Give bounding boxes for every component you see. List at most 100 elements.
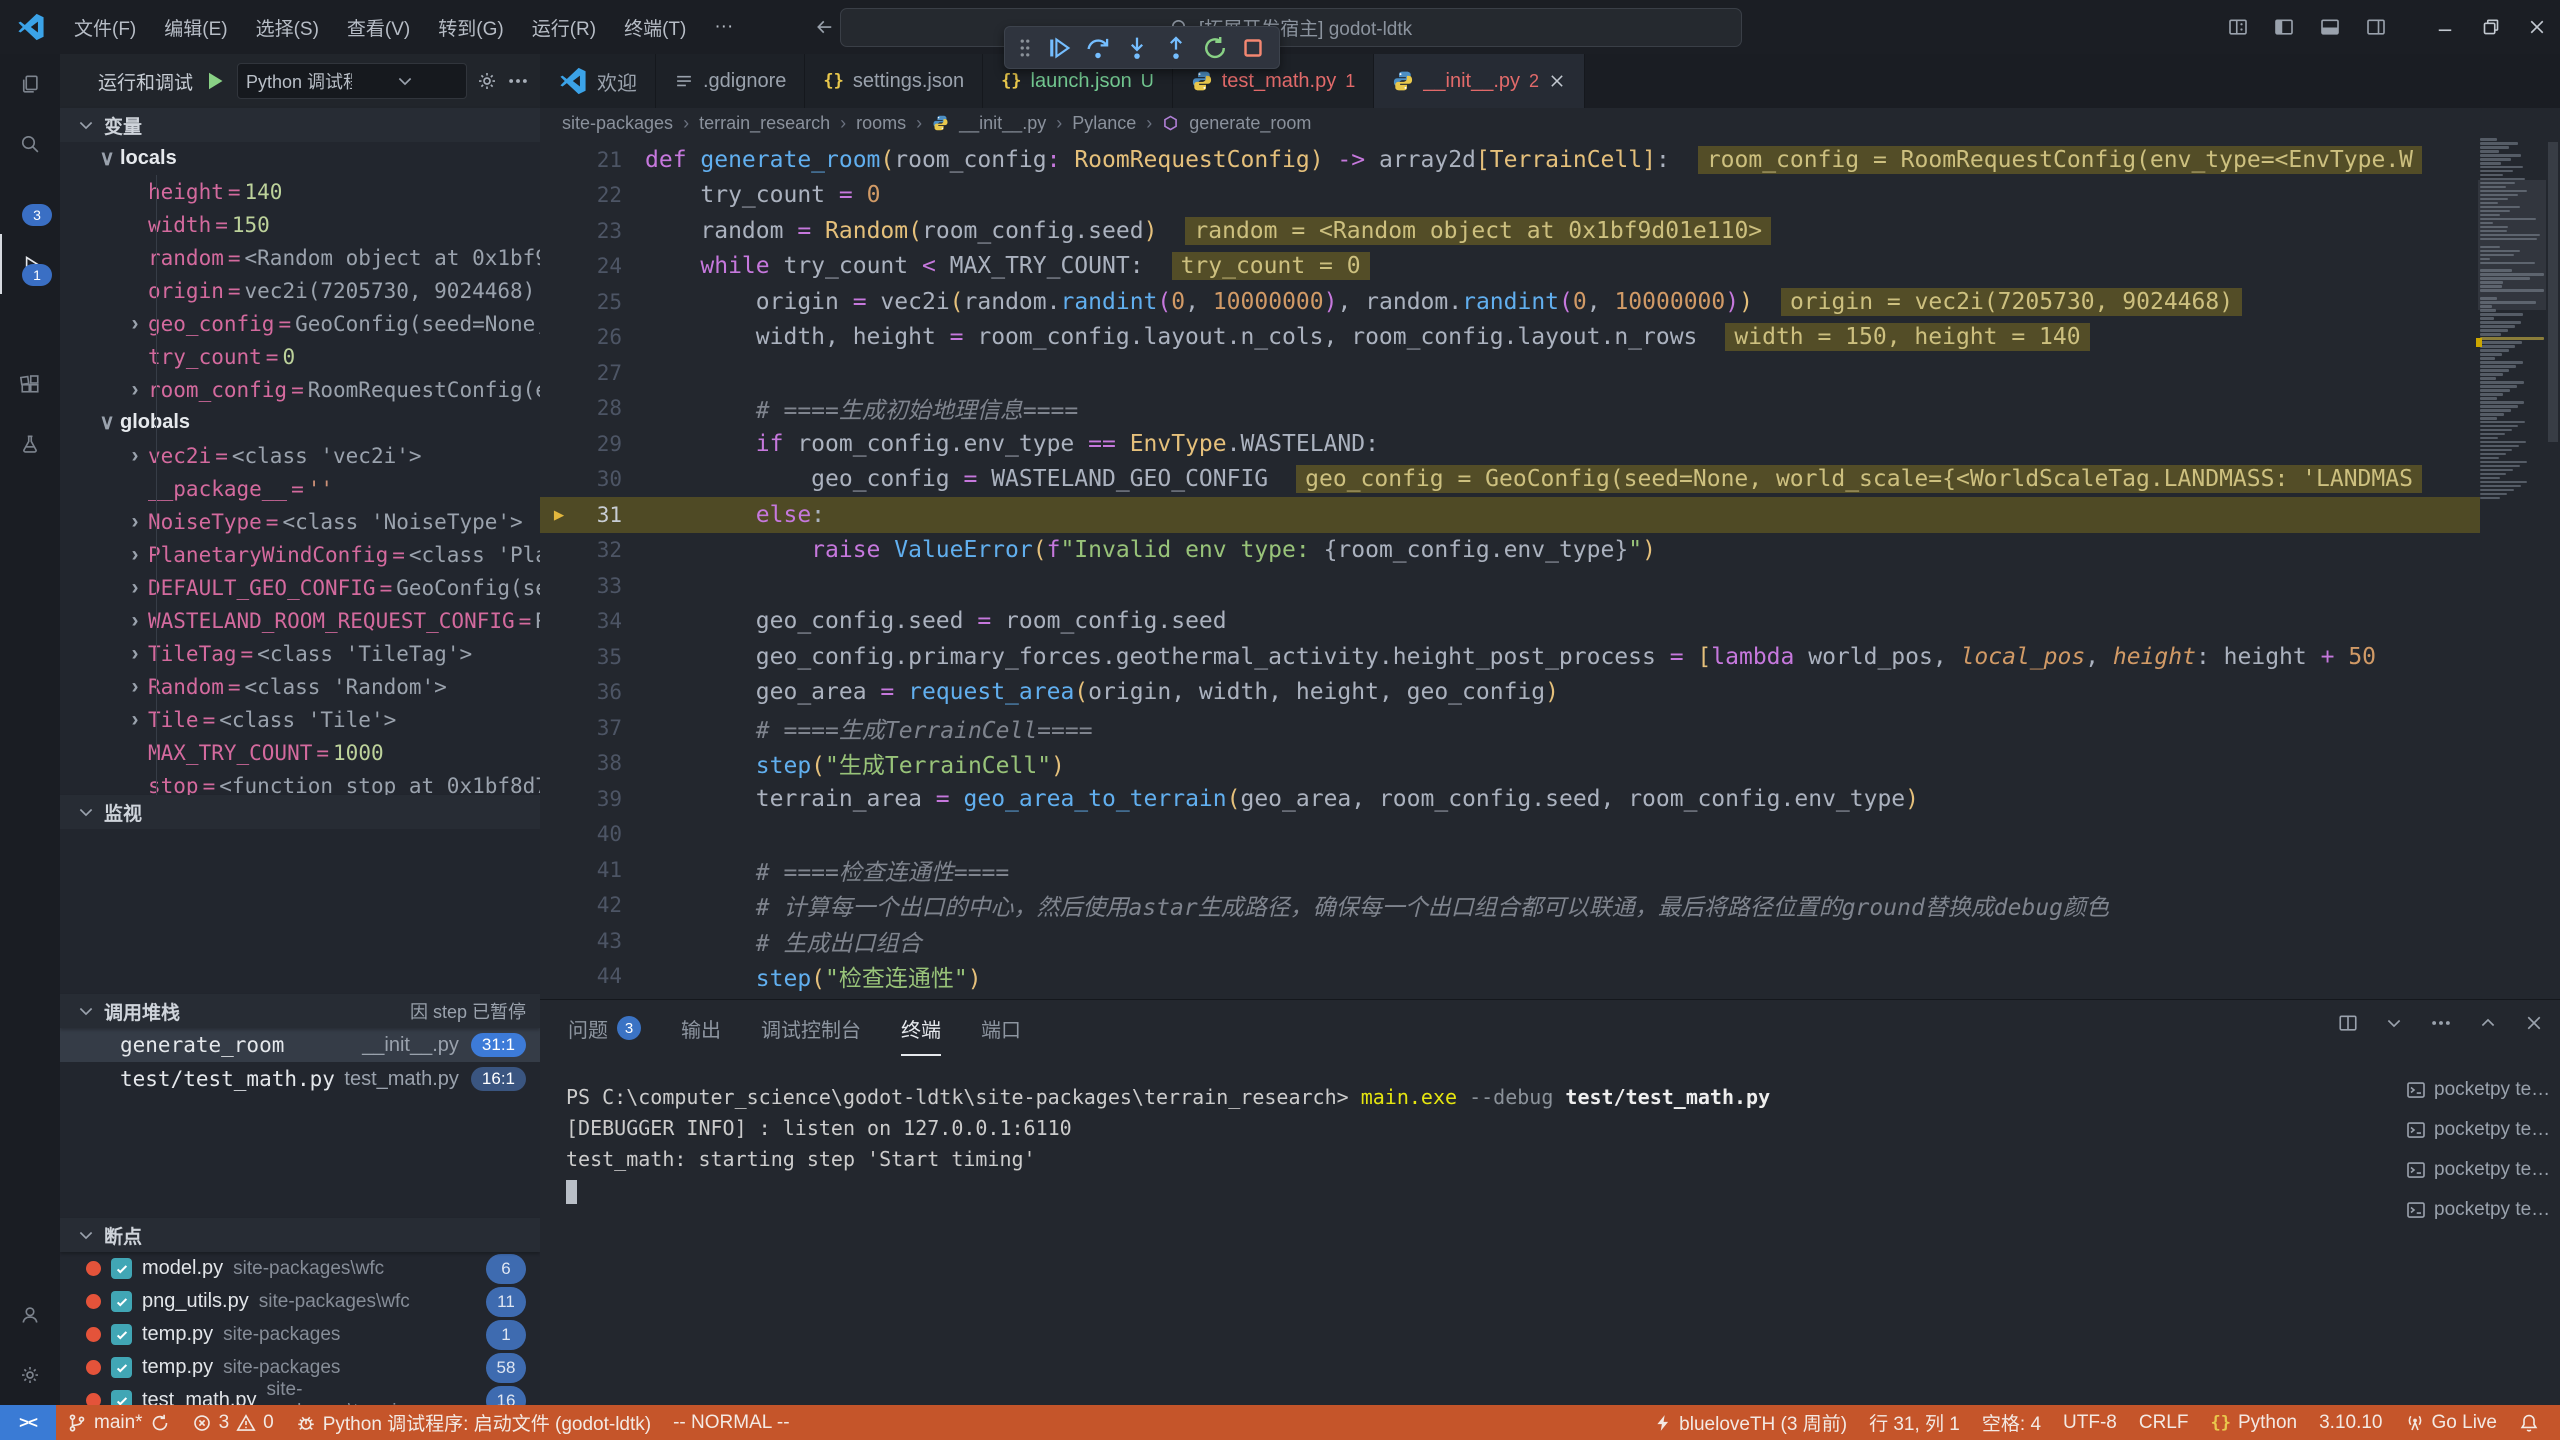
continue-button[interactable] <box>1046 35 1072 61</box>
code-line[interactable]: 34 geo_config.seed = room_config.seed <box>540 604 2480 640</box>
start-debug-button[interactable] <box>203 69 227 93</box>
drag-handle-icon[interactable] <box>1017 37 1033 59</box>
statusbar-item[interactable]: main* <box>56 1405 181 1440</box>
variable-row[interactable]: ›PlanetaryWindConfig=<class 'Planeta… <box>60 538 540 571</box>
menu-文件(F)[interactable]: 文件(F) <box>60 0 150 54</box>
breakpoint-row[interactable]: test_math.pysite-packages\terrain_res…16 <box>60 1384 540 1405</box>
code-line[interactable]: 25 origin = vec2i(random.randint(0, 1000… <box>540 284 2480 320</box>
tab-__init__.py[interactable]: __init__.py2 <box>1374 54 1585 108</box>
code-line[interactable]: 29 if room_config.env_type == EnvType.WA… <box>540 426 2480 462</box>
step-out-button[interactable] <box>1163 35 1189 61</box>
activitybar-source-control-icon[interactable]: 3 <box>0 174 60 234</box>
statusbar-item[interactable]: blueloveTH (3 周前) <box>1643 1405 1858 1440</box>
variable-row[interactable]: height=140 <box>60 175 540 208</box>
toggle-panel-icon[interactable] <box>2320 17 2340 37</box>
statusbar-item[interactable] <box>2508 1405 2550 1440</box>
code-line[interactable]: 30 geo_config = WASTELAND_GEO_CONFIGgeo_… <box>540 462 2480 498</box>
code-editor[interactable]: 21def generate_room(room_config: RoomReq… <box>540 138 2560 999</box>
activitybar-account-icon[interactable] <box>0 1285 60 1345</box>
callstack-section-header[interactable]: 调用堆栈 因 step 已暂停 <box>60 994 540 1028</box>
code-line[interactable]: 32 raise ValueError(f"Invalid env type: … <box>540 533 2480 569</box>
activitybar-beaker-icon[interactable] <box>0 414 60 474</box>
code-line[interactable]: 41 # ====检查连通性==== <box>540 852 2480 888</box>
tab-settings.json[interactable]: {}settings.json <box>805 54 983 108</box>
variable-row[interactable]: random=<Random object at 0x1bf9d01e… <box>60 241 540 274</box>
variable-row[interactable]: stop=<function stop at 0x1bf8d716d… <box>60 769 540 795</box>
variable-row[interactable]: ›NoiseType=<class 'NoiseType'> <box>60 505 540 538</box>
panel-tab-终端[interactable]: 终端 <box>901 1000 941 1056</box>
panel-tab-调试控制台[interactable]: 调试控制台 <box>761 1000 861 1056</box>
menu-查看(V)[interactable]: 查看(V) <box>333 0 424 54</box>
breadcrumb-item[interactable]: Pylance <box>1072 113 1136 134</box>
statusbar-item[interactable]: UTF-8 <box>2052 1405 2128 1440</box>
back-icon[interactable] <box>815 17 835 37</box>
breadcrumb-item[interactable]: site-packages <box>562 113 673 134</box>
code-line[interactable]: 36 geo_area = request_area(origin, width… <box>540 675 2480 711</box>
more-actions-icon[interactable] <box>507 70 529 92</box>
activitybar-debug-icon[interactable]: 1 <box>0 234 60 294</box>
breakpoint-checkbox[interactable] <box>111 1324 132 1345</box>
code-line[interactable]: 21def generate_room(room_config: RoomReq… <box>540 142 2480 178</box>
terminal-output[interactable]: PS C:\computer_science\godot-ldtk\site-p… <box>540 1056 2400 1405</box>
terminal-instance-item[interactable]: pocketpy te… <box>2400 1190 2560 1230</box>
split-terminal-icon[interactable] <box>2338 1013 2358 1033</box>
breakpoint-row[interactable]: png_utils.pysite-packages\wfc11 <box>60 1285 540 1318</box>
variable-row[interactable]: ›WASTELAND_ROOM_REQUEST_CONFIG=RoomR… <box>60 604 540 637</box>
variable-row[interactable]: ›DEFAULT_GEO_CONFIG=GeoConfig(seed=1… <box>60 571 540 604</box>
editor-scrollbar[interactable] <box>2546 138 2560 999</box>
breadcrumb-item[interactable]: generate_room <box>1189 113 1311 134</box>
activitybar-extensions-icon[interactable] <box>0 354 60 414</box>
step-over-button[interactable] <box>1085 35 1111 61</box>
variable-row[interactable]: ›Tile=<class 'Tile'> <box>60 703 540 736</box>
remote-indicator[interactable]: >< <box>0 1405 56 1440</box>
breadcrumb-item[interactable]: __init__.py <box>959 113 1046 134</box>
close-window-button[interactable] <box>2514 0 2560 54</box>
tab-close-icon[interactable] <box>1548 71 1566 91</box>
menu-终端(T)[interactable]: 终端(T) <box>610 0 700 54</box>
variable-row[interactable]: ›Random=<class 'Random'> <box>60 670 540 703</box>
terminal-instance-item[interactable]: pocketpy te… <box>2400 1070 2560 1110</box>
statusbar-item[interactable]: 行 31, 列 1 <box>1858 1405 1971 1440</box>
breakpoint-checkbox[interactable] <box>111 1291 132 1312</box>
restart-button[interactable] <box>1202 35 1228 61</box>
scope-row[interactable]: ∨globals <box>60 406 540 439</box>
breakpoint-row[interactable]: model.pysite-packages\wfc6 <box>60 1252 540 1285</box>
scope-row[interactable]: ∨locals <box>60 142 540 175</box>
panel-tab-问题[interactable]: 问题3 <box>568 1000 641 1056</box>
variable-row[interactable]: ›vec2i=<class 'vec2i'> <box>60 439 540 472</box>
launch-profile-chevron-icon[interactable] <box>2384 1013 2404 1033</box>
statusbar-item[interactable]: CRLF <box>2128 1405 2200 1440</box>
breakpoint-checkbox[interactable] <box>111 1390 132 1405</box>
terminal-instance-item[interactable]: pocketpy te… <box>2400 1150 2560 1190</box>
panel-more-actions-icon[interactable] <box>2430 1012 2452 1034</box>
menu-···[interactable]: ··· <box>700 0 747 54</box>
minimap-slider[interactable] <box>2478 180 2548 310</box>
variable-row[interactable]: MAX_TRY_COUNT=1000 <box>60 736 540 769</box>
maximize-panel-icon[interactable] <box>2478 1013 2498 1033</box>
debug-config-dropdown[interactable]: Python 调试程序: 启: <box>237 63 467 99</box>
close-panel-icon[interactable] <box>2524 1013 2544 1033</box>
panel-tab-输出[interactable]: 输出 <box>681 1000 721 1056</box>
code-line[interactable]: 40 <box>540 817 2480 853</box>
code-line[interactable]: 39 terrain_area = geo_area_to_terrain(ge… <box>540 781 2480 817</box>
activitybar-remote-explorer-icon[interactable] <box>0 294 60 354</box>
code-line[interactable]: ▶31 else: <box>540 497 2480 533</box>
code-line[interactable]: 26 width, height = room_config.layout.n_… <box>540 320 2480 356</box>
breadcrumb-item[interactable]: rooms <box>856 113 906 134</box>
variable-row[interactable]: try_count=0 <box>60 340 540 373</box>
statusbar-item[interactable]: {}Python <box>2199 1405 2308 1440</box>
breadcrumb-item[interactable]: terrain_research <box>699 113 830 134</box>
code-line[interactable]: 28 # ====生成初始地理信息==== <box>540 391 2480 427</box>
callstack-frame[interactable]: generate_room__init__.py31:1 <box>60 1028 540 1062</box>
code-line[interactable]: 33 <box>540 568 2480 604</box>
activitybar-files-icon[interactable] <box>0 54 60 114</box>
statusbar-item[interactable]: Python 调试程序: 启动文件 (godot-ldtk) <box>285 1405 662 1440</box>
statusbar-item[interactable]: 30 <box>181 1405 285 1440</box>
tab-.gdignore[interactable]: .gdignore <box>656 54 805 108</box>
activitybar-gear-icon[interactable] <box>0 1345 60 1405</box>
step-into-button[interactable] <box>1124 35 1150 61</box>
customize-layout-icon[interactable] <box>2228 17 2248 37</box>
variable-row[interactable]: __package__='' <box>60 472 540 505</box>
toggle-sidebar-icon[interactable] <box>2274 17 2294 37</box>
menu-编辑(E)[interactable]: 编辑(E) <box>150 0 241 54</box>
